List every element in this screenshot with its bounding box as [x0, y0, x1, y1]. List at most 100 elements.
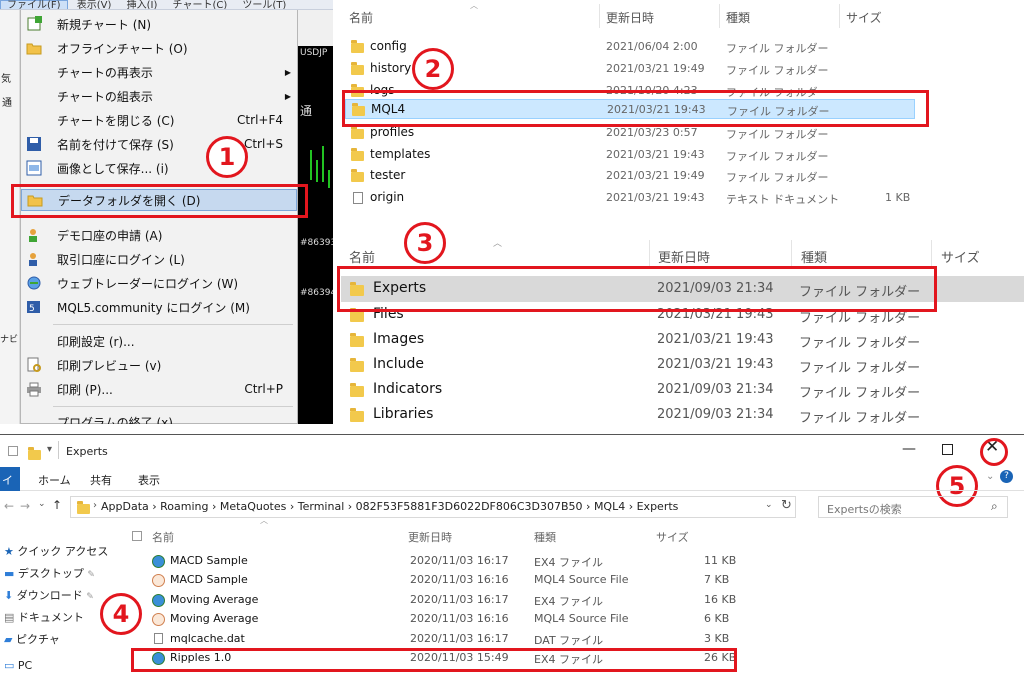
menu-item-print[interactable]: 印刷 (P)... Ctrl+P: [21, 378, 297, 400]
menu-item-demo-account[interactable]: デモ口座の申請 (A): [21, 224, 297, 246]
tab-file[interactable]: イル: [0, 467, 20, 503]
menu-item-new-chart[interactable]: 新規チャート (N): [21, 13, 297, 35]
nav-desktop[interactable]: ▬ デスクトップ ✎: [4, 565, 95, 581]
back-arrow-icon[interactable]: ←: [4, 499, 14, 513]
address-bar-row: ← → ⌄ ↑ › AppData › Roaming › MetaQuotes…: [0, 495, 1024, 521]
folder-row[interactable]: tester 2021/03/21 19:49 ファイル フォルダー: [333, 166, 933, 186]
highlight-mql4-folder: [342, 90, 929, 127]
menu-item-print-preview[interactable]: 印刷プレビュー (v): [21, 354, 297, 376]
menu-item-exit[interactable]: プログラムの終了 (x): [21, 411, 297, 425]
select-all-checkbox[interactable]: [132, 531, 142, 541]
file-type: MQL4 Source File: [534, 573, 629, 586]
menu-item-save-as-image[interactable]: 画像として保存... (i): [21, 157, 297, 179]
ex4-file-icon: [152, 555, 165, 568]
file-type: ファイル フォルダー: [799, 411, 921, 426]
search-input[interactable]: Expertsの検索 ⌕: [818, 496, 1008, 518]
highlight-experts-folder: [337, 266, 937, 312]
printer-icon: [23, 378, 45, 400]
file-type: ファイル フォルダー: [726, 128, 829, 141]
chart-order-label-1: #86393: [300, 238, 333, 248]
minimize-button[interactable]: —: [902, 441, 916, 457]
col-header-name[interactable]: 名前: [349, 247, 375, 266]
folder-icon: [351, 62, 364, 75]
file-name: Libraries: [373, 406, 434, 422]
nav-pc[interactable]: ▭ PC: [4, 659, 32, 672]
menu-item-save-as[interactable]: 名前を付けて保存 (S) Ctrl+S: [21, 133, 297, 155]
window-titlebar: ▾ Experts — ✕: [0, 435, 1024, 467]
address-dropdown-icon[interactable]: ⌄: [765, 500, 773, 510]
file-type: DAT ファイル: [534, 634, 604, 647]
col-header-name[interactable]: 名前: [152, 529, 174, 545]
file-date: 2020/11/03 16:17: [410, 632, 509, 645]
maximize-button[interactable]: [942, 444, 953, 455]
folder-row[interactable]: Images 2021/03/21 19:43 ファイル フォルダー: [341, 327, 1024, 353]
tab-home[interactable]: ホーム: [38, 472, 71, 488]
menu-item-webtrader-login[interactable]: ウェブトレーダーにログイン (W): [21, 272, 297, 294]
menu-file[interactable]: ファイル(F): [0, 0, 68, 9]
col-header-date[interactable]: 更新日時: [408, 529, 452, 545]
file-row[interactable]: MACD Sample 2020/11/03 16:17 EX4 ファイル 11 KB: [148, 552, 748, 571]
col-header-size[interactable]: サイズ: [656, 529, 689, 545]
market-watch-label: 気: [1, 74, 11, 85]
menu-chart[interactable]: チャート(C): [167, 1, 234, 10]
menu-item-trade-login[interactable]: 取引口座にログイン (L): [21, 248, 297, 270]
folder-row[interactable]: Indicators 2021/09/03 21:34 ファイル フォルダー: [341, 377, 1024, 403]
nav-downloads[interactable]: ⬇ ダウンロード ✎: [4, 587, 94, 603]
file-row[interactable]: Moving Average 2020/11/03 16:17 EX4 ファイル 16…: [148, 591, 748, 610]
col-header-date[interactable]: 更新日時: [606, 9, 654, 26]
menu-view[interactable]: 表示(V): [71, 1, 118, 10]
new-chart-icon: [23, 13, 45, 35]
file-name: history: [370, 61, 412, 75]
menu-item-print-setup[interactable]: 印刷設定 (r)...: [21, 330, 297, 352]
folder-icon: [28, 447, 41, 460]
col-header-size[interactable]: サイズ: [941, 247, 980, 266]
folder-row[interactable]: Include 2021/03/21 19:43 ファイル フォルダー: [341, 352, 1024, 378]
col-header-name[interactable]: 名前: [349, 9, 373, 26]
file-type: ファイル フォルダー: [799, 336, 921, 351]
file-date: 2020/11/03 16:17: [410, 554, 509, 567]
address-bar[interactable]: › AppData › Roaming › MetaQuotes › Termi…: [70, 496, 796, 518]
file-size: 11 KB: [704, 554, 737, 567]
navigator-label: ナビ: [0, 335, 19, 345]
tab-view[interactable]: 表示: [138, 472, 160, 488]
file-name: Include: [373, 356, 424, 372]
file-date: 2021/03/21 19:49: [606, 169, 705, 182]
file-row[interactable]: Moving Average 2020/11/03 16:16 MQL4 Sourc…: [148, 610, 748, 629]
ribbon-expand-icon[interactable]: ⌄: [986, 471, 994, 482]
folder-row[interactable]: origin 2021/03/21 19:43 テキスト ドキュメント 1 KB: [333, 188, 933, 208]
pin-icon[interactable]: ✎: [86, 592, 94, 602]
nav-pictures[interactable]: ▰ ピクチャ: [4, 631, 60, 647]
menu-item-mql5-login[interactable]: 5 MQL5.community にログイン (M): [21, 296, 297, 318]
file-row[interactable]: mqlcache.dat 2020/11/03 16:17 DAT ファイル 3 KB: [148, 630, 748, 649]
file-date: 2021/03/21 19:49: [606, 62, 705, 75]
highlight-open-data-folder: [11, 184, 308, 218]
pin-icon[interactable]: ✎: [87, 570, 95, 580]
nav-quick-access[interactable]: ★ クイック アクセス: [4, 543, 108, 559]
nav-documents[interactable]: ▤ ドキュメント: [4, 609, 84, 625]
recent-dropdown-icon[interactable]: ⌄: [38, 499, 46, 509]
file-date: 2021/03/21 19:43: [606, 148, 705, 161]
menu-item-chart-group[interactable]: チャートの組表示 ▶: [21, 85, 297, 107]
quick-access-dropdown-icon[interactable]: ▾: [47, 444, 52, 455]
forward-arrow-icon[interactable]: →: [20, 499, 30, 513]
col-header-type[interactable]: 種類: [534, 529, 556, 545]
refresh-icon[interactable]: ↻: [781, 498, 792, 513]
help-icon[interactable]: ?: [1000, 470, 1013, 483]
text-document-icon: [353, 192, 363, 204]
col-header-type[interactable]: 種類: [726, 9, 750, 26]
menu-item-close-chart[interactable]: チャートを閉じる (C) Ctrl+F4: [21, 109, 297, 131]
folder-icon: [351, 148, 364, 161]
folder-row[interactable]: templates 2021/03/21 19:43 ファイル フォルダー: [333, 145, 933, 165]
menu-item-chart-redisplay[interactable]: チャートの再表示 ▶: [21, 61, 297, 83]
up-arrow-icon[interactable]: ↑: [52, 498, 62, 512]
file-row[interactable]: MACD Sample 2020/11/03 16:16 MQL4 Source F…: [148, 571, 748, 590]
folder-row[interactable]: Libraries 2021/09/03 21:34 ファイル フォルダー: [341, 402, 1024, 428]
menu-insert[interactable]: 挿入(I): [121, 1, 164, 10]
download-icon: ⬇: [4, 589, 14, 602]
menu-item-offline-chart[interactable]: オフラインチャート (O): [21, 37, 297, 59]
menu-tools[interactable]: ツール(T): [236, 1, 292, 10]
col-header-date[interactable]: 更新日時: [658, 247, 710, 266]
tab-share[interactable]: 共有: [90, 472, 112, 488]
col-header-type[interactable]: 種類: [801, 247, 827, 266]
col-header-size[interactable]: サイズ: [846, 9, 882, 26]
